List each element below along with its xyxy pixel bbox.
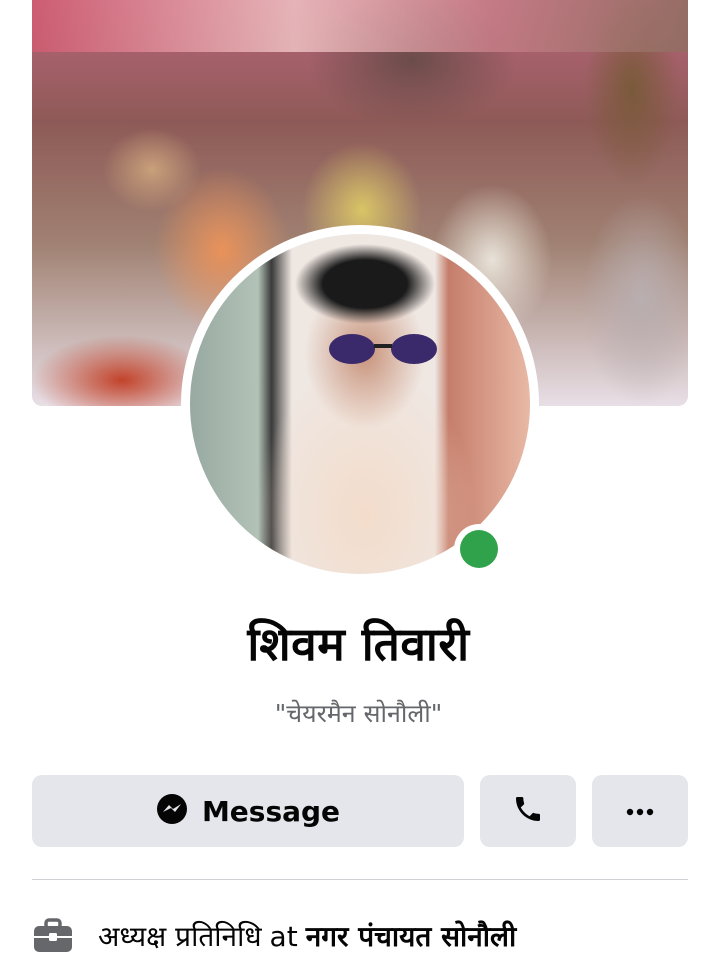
work-role: अध्यक्ष प्रतिनिधि [98,920,262,953]
profile-subtitle: "चेयरमैन सोनौली" [274,699,443,728]
sunglasses-detail [329,334,437,364]
profile-name: शिवम तिवारी [247,617,470,671]
message-button[interactable]: Message [32,775,464,847]
work-organization-link[interactable]: नगर पंचायत सोनौली [306,920,517,953]
phone-icon [512,793,544,829]
work-text: अध्यक्ष प्रतिनिधि at नगर पंचायत सोनौली [98,917,516,955]
messenger-icon [156,793,188,829]
profile-picture[interactable] [190,234,530,574]
call-button[interactable] [480,775,576,847]
message-button-label: Message [201,794,341,828]
work-at: at [269,920,298,953]
briefcase-icon [32,915,74,957]
more-options-button[interactable] [592,775,688,847]
online-status-indicator [460,530,498,568]
cover-photo-banner [32,0,688,52]
section-divider [32,879,688,880]
work-info-row: अध्यक्ष प्रतिनिधि at नगर पंचायत सोनौली [32,910,692,962]
more-icon [624,802,656,821]
